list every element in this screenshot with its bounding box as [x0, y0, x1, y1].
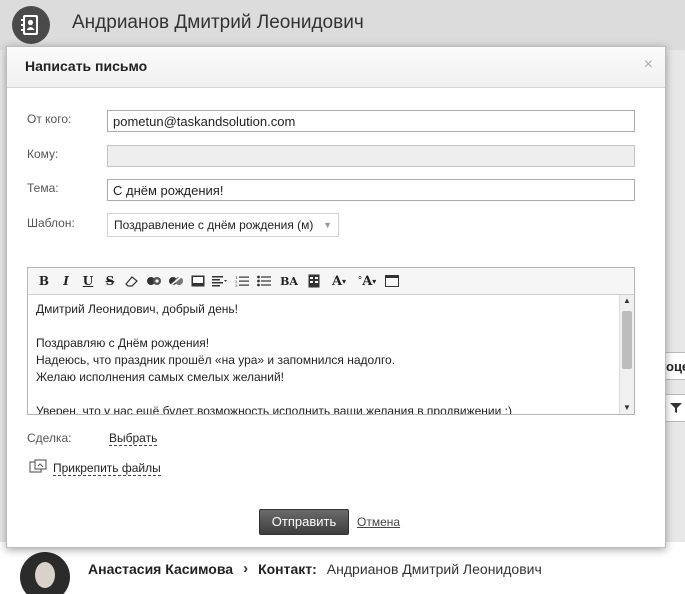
editor-line: Дмитрий Леонидович, добрый день!: [36, 302, 238, 316]
close-icon[interactable]: ×: [644, 56, 653, 74]
avatar[interactable]: [20, 552, 70, 594]
editor-toolbar: B I U S 123 ВA A ▾ ° A ▾: [28, 268, 634, 295]
cancel-link[interactable]: Отмена: [357, 515, 400, 529]
breadcrumb: Анастасия Касимова › Контакт: Андрианов …: [88, 560, 542, 577]
breadcrumb-contact-value: Андрианов Дмитрий Леонидович: [326, 560, 542, 577]
template-select[interactable]: Поздравление с днём рождения (м) ▼: [107, 213, 339, 237]
dialog-title: Написать письмо: [25, 58, 148, 74]
image-icon[interactable]: [188, 271, 208, 291]
dialog-header: Написать письмо ×: [7, 47, 665, 88]
filter-icon[interactable]: [664, 394, 685, 422]
message-editor: B I U S 123 ВA A ▾ ° A ▾ Дмитрий Леонидо…: [27, 267, 635, 415]
compose-email-dialog: Написать письмо × От кого: Кому: Тема: Ш…: [6, 46, 666, 548]
unlink-icon[interactable]: [166, 271, 186, 291]
subject-field[interactable]: [107, 179, 635, 201]
to-label: Кому:: [27, 147, 59, 161]
breadcrumb-contact-label: Контакт:: [258, 560, 317, 577]
bold-button[interactable]: B: [34, 271, 54, 291]
font-size-icon[interactable]: ВA: [276, 271, 302, 291]
subject-label: Тема:: [27, 181, 59, 195]
chevron-down-icon: ▼: [323, 220, 332, 230]
editor-line: Поздравляю с Днём рождения!: [36, 336, 210, 350]
from-field[interactable]: [107, 110, 635, 132]
font-color-icon[interactable]: A ▾: [326, 271, 352, 291]
page-title: Андрианов Дмитрий Леонидович: [72, 12, 364, 33]
strikethrough-button[interactable]: S: [100, 271, 120, 291]
to-field[interactable]: [107, 145, 635, 167]
editor-line: Уверен, что у нас ещё будет возможность …: [36, 404, 512, 414]
select-deal-link[interactable]: Выбрать: [109, 431, 158, 446]
unordered-list-icon[interactable]: [254, 271, 274, 291]
chevron-right-icon: ›: [243, 560, 249, 577]
editor-blank-line: [36, 386, 612, 403]
attach-files-button[interactable]: Прикрепить файлы: [29, 459, 161, 478]
italic-button[interactable]: I: [56, 271, 76, 291]
send-button[interactable]: Отправить: [259, 509, 349, 535]
attach-files-label: Прикрепить файлы: [53, 461, 161, 476]
contact-book-icon[interactable]: [12, 6, 50, 44]
source-code-icon[interactable]: [382, 271, 402, 291]
svg-text:3: 3: [235, 283, 238, 287]
page-header: Андрианов Дмитрий Леонидович: [0, 0, 685, 51]
from-label: От кого:: [27, 112, 72, 126]
editor-line: Желаю исполнения самых смелых желаний!: [36, 370, 285, 384]
template-select-value: Поздравление с днём рождения (м): [114, 218, 314, 232]
attach-file-icon: [29, 459, 47, 478]
deal-label: Сделка:: [27, 431, 72, 445]
breadcrumb-user[interactable]: Анастасия Касимова: [88, 561, 233, 577]
font-background-icon[interactable]: ° A ▾: [354, 271, 380, 291]
template-label: Шаблон:: [27, 216, 75, 230]
align-icon[interactable]: [210, 271, 230, 291]
table-icon[interactable]: [304, 271, 324, 291]
editor-blank-line: [36, 318, 612, 335]
underline-button[interactable]: U: [78, 271, 98, 291]
scroll-down-icon[interactable]: ▼: [620, 402, 634, 414]
eraser-icon[interactable]: [122, 271, 142, 291]
ordered-list-icon[interactable]: 123: [232, 271, 252, 291]
link-icon[interactable]: [144, 271, 164, 291]
scrollbar-thumb[interactable]: [622, 311, 632, 369]
editor-content[interactable]: Дмитрий Леонидович, добрый день! Поздрав…: [28, 295, 620, 414]
editor-line: Надеюсь, что праздник прошёл «на ура» и …: [36, 353, 396, 367]
editor-scrollbar[interactable]: ▲ ▼: [619, 295, 634, 414]
scroll-up-icon[interactable]: ▲: [620, 295, 634, 307]
